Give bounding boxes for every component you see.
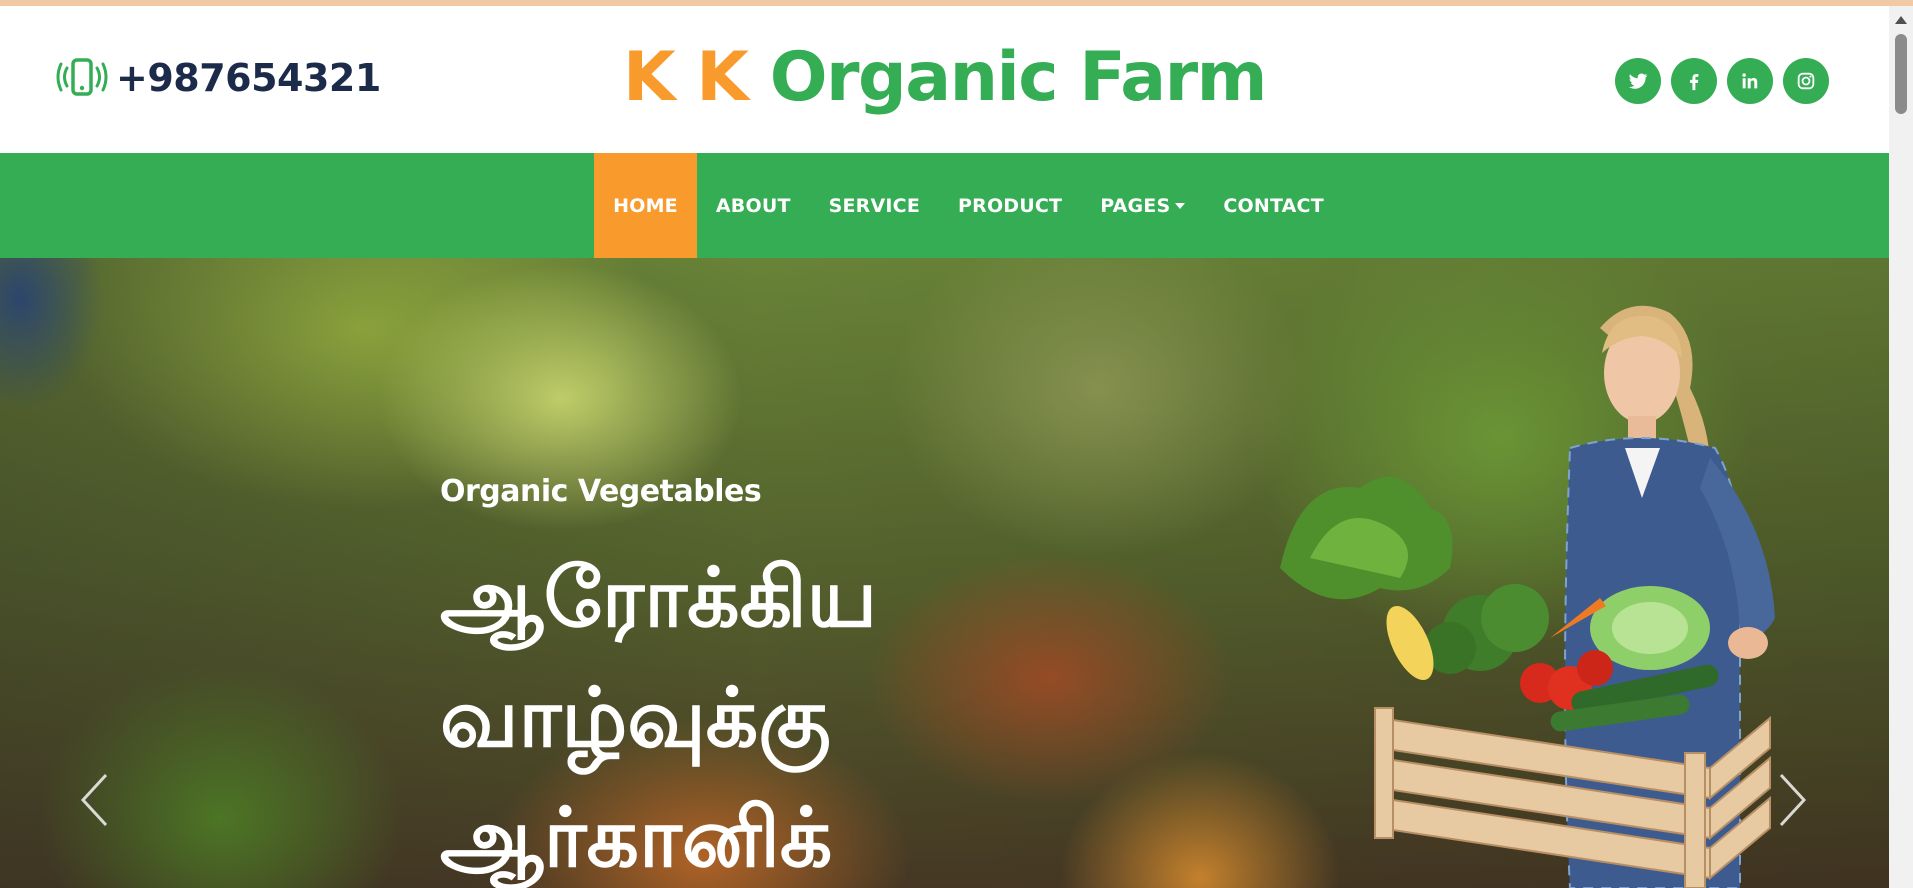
nav-item-home[interactable]: HOME [594, 153, 697, 258]
site-logo[interactable]: K K Organic Farm [0, 38, 1889, 117]
scroll-up-arrow-icon[interactable] [1895, 16, 1907, 24]
hero-title-line: ஆர்கானிக் [440, 791, 833, 886]
nav-item-service[interactable]: SERVICE [810, 153, 939, 258]
hero-title: ஆரோக்கிய வாழ்வுக்கு ஆர்கானிக் [440, 539, 1160, 888]
page-scrollbar[interactable] [1889, 6, 1913, 888]
nav-item-label: HOME [613, 194, 678, 217]
nav-item-pages[interactable]: PAGES [1081, 153, 1204, 258]
scrollbar-thumb[interactable] [1895, 34, 1907, 114]
nav-item-label: SERVICE [828, 194, 920, 217]
twitter-icon [1628, 73, 1648, 89]
instagram-link[interactable] [1783, 58, 1829, 104]
facebook-link[interactable] [1671, 58, 1717, 104]
social-links [1615, 58, 1829, 104]
browser-viewport: +987654321 K K Organic Farm HOME ABOUT S… [0, 6, 1913, 888]
facebook-icon [1689, 73, 1699, 91]
linkedin-icon [1742, 73, 1758, 89]
chevron-left-icon [80, 773, 108, 827]
main-navbar: HOME ABOUT SERVICE PRODUCT PAGES CONTACT [0, 153, 1889, 258]
hero-carousel: Organic Vegetables ஆரோக்கிய வாழ்வுக்கு ஆ… [0, 258, 1889, 888]
linkedin-link[interactable] [1727, 58, 1773, 104]
farmer-with-vegetable-crate-image [1280, 305, 1775, 888]
nav-item-label: PAGES [1100, 194, 1171, 217]
hero-title-line: ஆரோக்கிய [440, 551, 878, 646]
carousel-next-button[interactable] [1773, 770, 1813, 830]
carousel-prev-button[interactable] [74, 770, 114, 830]
nav-item-product[interactable]: PRODUCT [939, 153, 1081, 258]
hero-subtitle: Organic Vegetables [440, 474, 762, 509]
chevron-right-icon [1779, 773, 1807, 827]
caret-down-icon [1175, 202, 1186, 209]
logo-kk: K K [622, 38, 749, 117]
nav-item-label: PRODUCT [958, 194, 1063, 217]
nav-item-label: CONTACT [1223, 194, 1324, 217]
hero-content: Organic Vegetables ஆரோக்கிய வாழ்வுக்கு ஆ… [440, 474, 1160, 888]
nav-item-label: ABOUT [715, 194, 791, 217]
nav-menu: HOME ABOUT SERVICE PRODUCT PAGES CONTACT [594, 153, 1343, 258]
twitter-link[interactable] [1615, 58, 1661, 104]
nav-item-contact[interactable]: CONTACT [1204, 153, 1343, 258]
nav-item-about[interactable]: ABOUT [697, 153, 810, 258]
top-header: +987654321 K K Organic Farm [0, 6, 1889, 153]
hero-title-line: வாழ்வுக்கு [440, 671, 831, 766]
logo-organic-farm: Organic Farm [769, 38, 1268, 117]
instagram-icon [1797, 72, 1815, 90]
